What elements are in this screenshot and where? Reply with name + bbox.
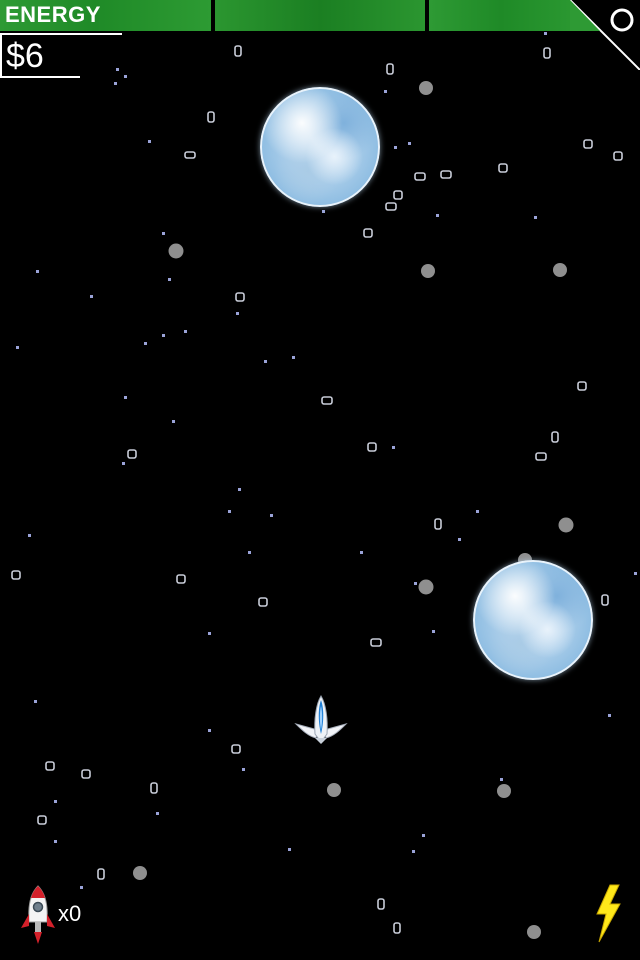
rocket-count: x0 [58, 901, 82, 926]
gray-asteroids [133, 81, 574, 939]
rocket-icon [21, 885, 55, 944]
game-stage[interactable]: ENERGY $6 x0 [0, 0, 640, 960]
spaceship-icon [294, 695, 348, 744]
lightning-bolt-icon [596, 884, 621, 943]
ice-planet [260, 87, 380, 207]
player-ship[interactable] [294, 694, 348, 746]
rocket-powerup-button[interactable] [18, 884, 58, 946]
ice-planet [473, 560, 593, 680]
power-boost-button[interactable] [592, 884, 624, 944]
